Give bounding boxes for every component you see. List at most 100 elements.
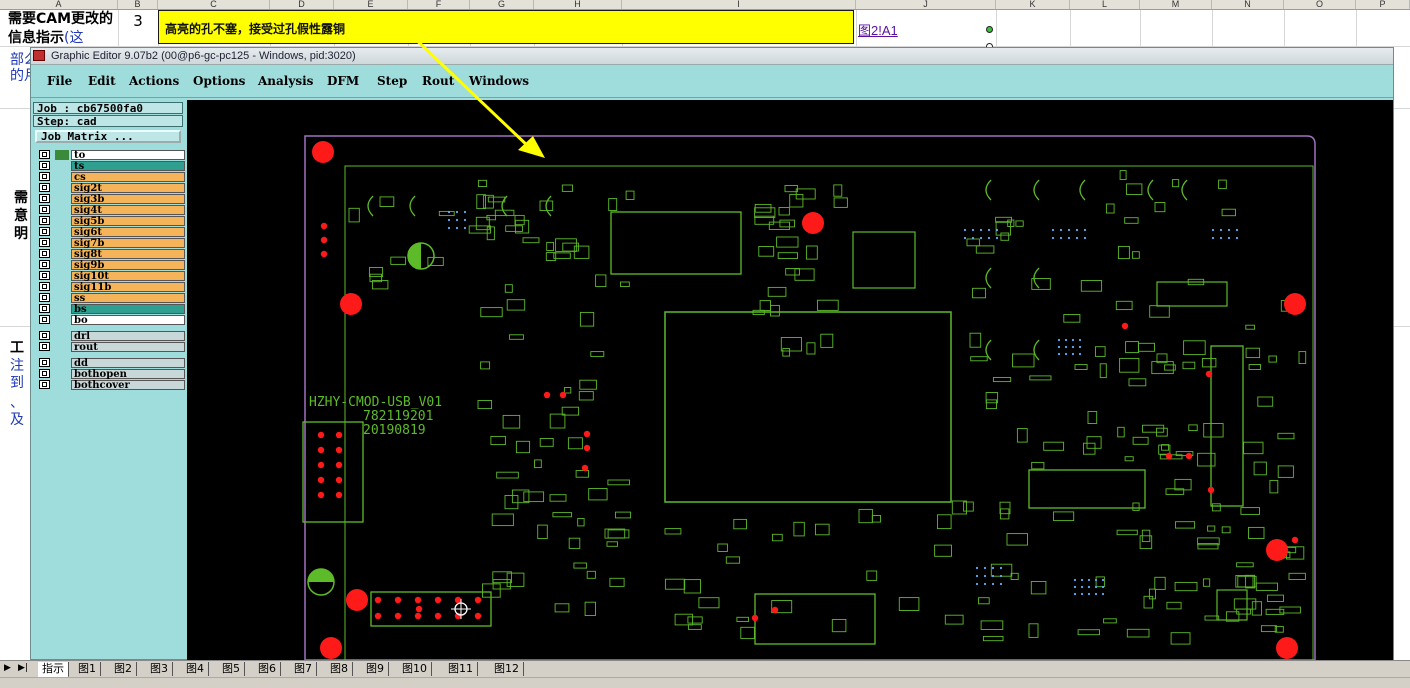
tab-first-icon[interactable]: ▶ <box>4 663 11 673</box>
sheet-tab[interactable]: 图11 <box>444 662 478 676</box>
layer-row-drl[interactable]: drl <box>37 331 185 342</box>
layer-checkbox[interactable] <box>39 282 50 291</box>
layer-row-rout[interactable]: rout <box>37 342 185 353</box>
job-matrix-button[interactable]: Job Matrix ... <box>35 130 181 143</box>
layer-row-sig4t[interactable]: sig4t <box>37 205 185 216</box>
menu-analysis[interactable]: Analysis <box>258 74 313 88</box>
menu-options[interactable]: Options <box>193 74 245 88</box>
layer-name[interactable]: ss <box>71 293 185 304</box>
cell-row-number[interactable]: 3 <box>118 12 158 30</box>
sheet-tab[interactable]: 图7 <box>290 662 317 676</box>
layer-row-bo[interactable]: bo <box>37 315 185 326</box>
layer-checkbox[interactable] <box>39 304 50 313</box>
graphic-editor-window[interactable]: Graphic Editor 9.07b2 (00@p6-gc-pc125 - … <box>30 47 1394 660</box>
selection-handle-green[interactable] <box>986 26 993 33</box>
layer-checkbox[interactable] <box>39 249 50 258</box>
layer-name[interactable]: sig3b <box>71 194 185 205</box>
layer-name[interactable]: bothopen <box>71 369 185 380</box>
column-header[interactable]: E <box>334 0 408 9</box>
column-header[interactable]: D <box>270 0 334 9</box>
sheet-tab[interactable]: 图4 <box>182 662 209 676</box>
sheet-tab[interactable]: 图12 <box>490 662 524 676</box>
column-header[interactable]: F <box>408 0 470 9</box>
sheet-tab[interactable]: 图5 <box>218 662 245 676</box>
layer-row-bs[interactable]: bs <box>37 304 185 315</box>
layer-row-bothcover[interactable]: bothcover <box>37 380 185 391</box>
menu-windows[interactable]: Windows <box>469 74 529 88</box>
column-header[interactable]: P <box>1356 0 1410 9</box>
layer-checkbox[interactable] <box>39 183 50 192</box>
layer-row-sig6t[interactable]: sig6t <box>37 227 185 238</box>
layer-name[interactable]: sig10t <box>71 271 185 282</box>
layer-name[interactable]: drl <box>71 331 185 342</box>
layer-checkbox[interactable] <box>39 161 50 170</box>
layer-checkbox[interactable] <box>39 227 50 236</box>
tab-last-icon[interactable]: ▶| <box>18 663 28 673</box>
editor-title-bar[interactable]: Graphic Editor 9.07b2 (00@p6-gc-pc125 - … <box>31 48 1393 65</box>
column-header[interactable]: N <box>1212 0 1284 9</box>
menu-dfm[interactable]: DFM <box>327 74 359 88</box>
layer-row-cs[interactable]: cs <box>37 172 185 183</box>
menu-edit[interactable]: Edit <box>88 74 116 88</box>
hyperlink-cell[interactable]: 图2!A1 <box>858 20 898 39</box>
pcb-canvas[interactable]: HZHY-CMOD-USB_V01 782119201 20190819 <box>187 100 1393 660</box>
column-header[interactable]: K <box>996 0 1070 9</box>
layer-name[interactable]: to <box>71 150 185 161</box>
column-header[interactable]: I <box>622 0 856 9</box>
menu-rout[interactable]: Rout <box>422 74 454 88</box>
layer-name[interactable]: sig6t <box>71 227 185 238</box>
layer-row-sig11b[interactable]: sig11b <box>37 282 185 293</box>
layer-checkbox[interactable] <box>39 172 50 181</box>
layer-checkbox[interactable] <box>39 315 50 324</box>
layer-name[interactable]: sig4t <box>71 205 185 216</box>
layer-row-sig8t[interactable]: sig8t <box>37 249 185 260</box>
sheet-tab[interactable]: 图1 <box>74 662 101 676</box>
layer-checkbox[interactable] <box>39 369 50 378</box>
layer-row-sig7b[interactable]: sig7b <box>37 238 185 249</box>
layer-checkbox[interactable] <box>39 194 50 203</box>
layer-checkbox[interactable] <box>39 150 50 159</box>
layer-checkbox[interactable] <box>39 358 50 367</box>
column-header[interactable]: B <box>118 0 158 9</box>
sheet-tab[interactable]: 图6 <box>254 662 281 676</box>
layer-row-bothopen[interactable]: bothopen <box>37 369 185 380</box>
layer-checkbox[interactable] <box>39 380 50 389</box>
layer-name[interactable]: dd <box>71 358 185 369</box>
column-header[interactable]: O <box>1284 0 1356 9</box>
layer-row-ss[interactable]: ss <box>37 293 185 304</box>
layer-row-sig2t[interactable]: sig2t <box>37 183 185 194</box>
menu-actions[interactable]: Actions <box>129 74 179 88</box>
layer-checkbox[interactable] <box>39 260 50 269</box>
layer-row-ts[interactable]: ts <box>37 161 185 172</box>
sheet-tab[interactable]: 指示 <box>38 662 69 678</box>
column-header[interactable]: L <box>1070 0 1140 9</box>
layer-checkbox[interactable] <box>39 271 50 280</box>
sheet-tab[interactable]: 图10 <box>398 662 432 676</box>
menu-step[interactable]: Step <box>377 74 407 88</box>
layer-name[interactable]: ts <box>71 161 185 172</box>
column-header[interactable]: J <box>856 0 996 9</box>
layer-name[interactable]: bs <box>71 304 185 315</box>
column-header[interactable]: C <box>158 0 270 9</box>
layer-name[interactable]: cs <box>71 172 185 183</box>
layer-row-sig10t[interactable]: sig10t <box>37 271 185 282</box>
column-header[interactable]: H <box>534 0 622 9</box>
layer-row-sig9b[interactable]: sig9b <box>37 260 185 271</box>
layer-name[interactable]: sig8t <box>71 249 185 260</box>
layer-name[interactable]: sig7b <box>71 238 185 249</box>
layer-checkbox[interactable] <box>39 331 50 340</box>
layer-checkbox[interactable] <box>39 238 50 247</box>
layer-row-to[interactable]: to <box>37 150 185 161</box>
layer-name[interactable]: bo <box>71 315 185 326</box>
layer-name[interactable]: sig11b <box>71 282 185 293</box>
sheet-tab[interactable]: 图9 <box>362 662 389 676</box>
sheet-tab[interactable]: 图2 <box>110 662 137 676</box>
layer-row-sig3b[interactable]: sig3b <box>37 194 185 205</box>
layer-checkbox[interactable] <box>39 342 50 351</box>
layer-name[interactable]: sig5b <box>71 216 185 227</box>
layer-name[interactable]: sig2t <box>71 183 185 194</box>
menu-file[interactable]: File <box>47 74 72 88</box>
layer-checkbox[interactable] <box>39 216 50 225</box>
highlighted-cell[interactable]: 高亮的孔不塞，接受过孔假性露铜 <box>158 10 854 44</box>
layer-row-dd[interactable]: dd <box>37 358 185 369</box>
